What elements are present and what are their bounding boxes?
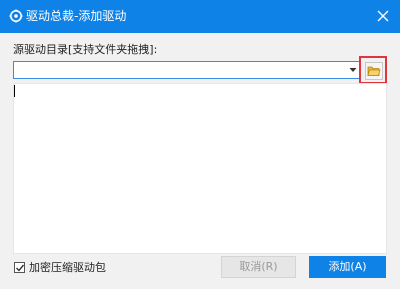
title-bar: 驱动总裁-添加驱动 [0,0,400,33]
gear-wrench-icon [9,9,23,23]
folder-open-icon [367,66,381,76]
chevron-down-icon[interactable] [348,65,358,75]
close-icon[interactable] [372,5,394,27]
dialog-content: 源驱动目录[支持文件夹拖拽]: 加密压缩驱动包 取消(R) 添加(A) [0,33,400,289]
encrypt-checkbox[interactable] [14,261,25,273]
encrypt-checkbox-label: 加密压缩驱动包 [29,261,106,274]
browse-folder-button[interactable] [365,62,383,80]
window-title: 驱动总裁-添加驱动 [26,9,127,23]
add-driver-dialog: 驱动总裁-添加驱动 源驱动目录[支持文件夹拖拽]: 加密压缩驱动包 取消(R) … [0,0,400,289]
checkmark-icon [16,264,25,272]
encrypt-checkbox-row[interactable]: 加密压缩驱动包 [14,260,106,274]
source-directory-combobox[interactable] [13,61,360,79]
text-caret [14,85,15,97]
source-directory-label: 源驱动目录[支持文件夹拖拽]: [13,43,158,56]
driver-list-area[interactable] [13,83,387,254]
cancel-button[interactable]: 取消(R) [221,256,296,278]
add-button[interactable]: 添加(A) [309,256,386,278]
